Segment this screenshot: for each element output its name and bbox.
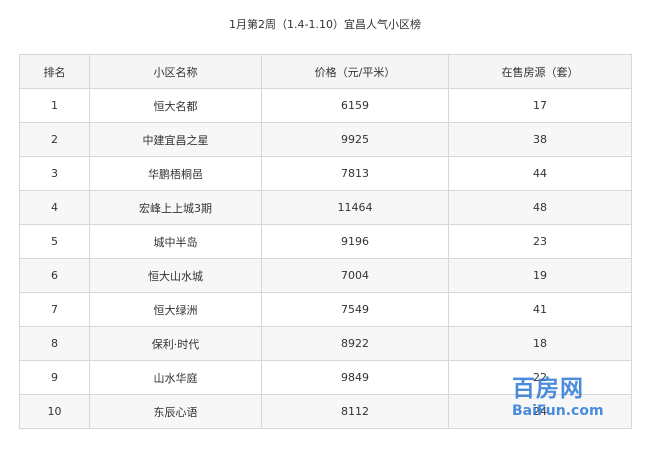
cell-listings: 44 (448, 156, 632, 191)
table-row: 4 宏峰上上城3期 11464 48 (19, 190, 632, 225)
cell-price: 9925 (261, 122, 449, 157)
cell-community-name: 城中半岛 (89, 224, 262, 259)
cell-listings: 22 (448, 360, 632, 395)
header-listings: 在售房源（套） (448, 54, 632, 89)
table-row: 7 恒大绿洲 7549 41 (19, 292, 632, 327)
cell-listings: 19 (448, 258, 632, 293)
cell-rank: 6 (19, 258, 90, 293)
table-row: 8 保利·时代 8922 18 (19, 326, 632, 361)
cell-rank: 2 (19, 122, 90, 157)
header-rank: 排名 (19, 54, 90, 89)
cell-listings: 38 (448, 122, 632, 157)
cell-listings: 48 (448, 190, 632, 225)
cell-price: 7813 (261, 156, 449, 191)
cell-community-name: 恒大绿洲 (89, 292, 262, 327)
cell-rank: 7 (19, 292, 90, 327)
cell-community-name: 保利·时代 (89, 326, 262, 361)
cell-listings: 17 (448, 88, 632, 123)
cell-community-name: 恒大名都 (89, 88, 262, 123)
table-row: 2 中建宜昌之星 9925 38 (19, 122, 632, 157)
cell-community-name: 恒大山水城 (89, 258, 262, 293)
cell-price: 11464 (261, 190, 449, 225)
table-row: 3 华鹏梧桐邑 7813 44 (19, 156, 632, 191)
ranking-table: 排名 小区名称 价格（元/平米） 在售房源（套） 1 恒大名都 6159 17 … (19, 54, 632, 429)
cell-price: 9849 (261, 360, 449, 395)
table-row: 10 东辰心语 8112 24 (19, 394, 632, 429)
cell-price: 6159 (261, 88, 449, 123)
cell-listings: 41 (448, 292, 632, 327)
cell-price: 9196 (261, 224, 449, 259)
table-row: 5 城中半岛 9196 23 (19, 224, 632, 259)
cell-price: 8922 (261, 326, 449, 361)
table-row: 9 山水华庭 9849 22 (19, 360, 632, 395)
cell-price: 7004 (261, 258, 449, 293)
cell-community-name: 宏峰上上城3期 (89, 190, 262, 225)
cell-listings: 23 (448, 224, 632, 259)
table-row: 1 恒大名都 6159 17 (19, 88, 632, 123)
page: 1月第2周（1.4-1.10）宜昌人气小区榜 排名 小区名称 价格（元/平米） … (0, 0, 650, 450)
page-title: 1月第2周（1.4-1.10）宜昌人气小区榜 (229, 18, 421, 31)
cell-price: 7549 (261, 292, 449, 327)
header-price: 价格（元/平米） (261, 54, 449, 89)
cell-community-name: 山水华庭 (89, 360, 262, 395)
cell-listings: 24 (448, 394, 632, 429)
header-community-name: 小区名称 (89, 54, 262, 89)
cell-community-name: 华鹏梧桐邑 (89, 156, 262, 191)
cell-rank: 4 (19, 190, 90, 225)
table-header-row: 排名 小区名称 价格（元/平米） 在售房源（套） (19, 54, 632, 89)
cell-community-name: 中建宜昌之星 (89, 122, 262, 157)
cell-rank: 5 (19, 224, 90, 259)
cell-price: 8112 (261, 394, 449, 429)
cell-rank: 3 (19, 156, 90, 191)
cell-rank: 10 (19, 394, 90, 429)
cell-rank: 9 (19, 360, 90, 395)
cell-rank: 8 (19, 326, 90, 361)
cell-listings: 18 (448, 326, 632, 361)
cell-community-name: 东辰心语 (89, 394, 262, 429)
table-row: 6 恒大山水城 7004 19 (19, 258, 632, 293)
cell-rank: 1 (19, 88, 90, 123)
